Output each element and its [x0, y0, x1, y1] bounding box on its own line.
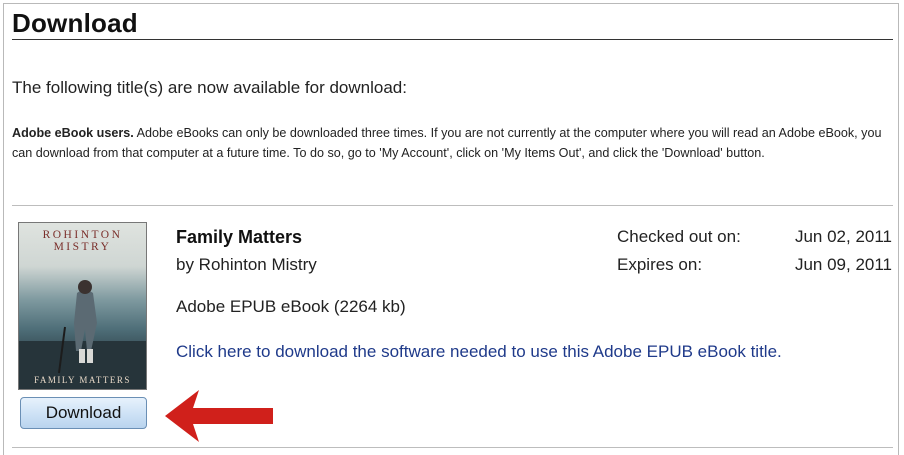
heading-divider	[12, 39, 893, 40]
book-author: by Rohinton Mistry	[176, 255, 317, 274]
intro-text: The following title(s) are now available…	[12, 78, 407, 97]
loan-dates: Checked out on: Jun 02, 2011 Expires on:…	[617, 227, 892, 283]
cover-title-text: FAMILY MATTERS	[34, 375, 131, 385]
book-format: Adobe EPUB eBook (2264 kb)	[176, 297, 406, 316]
section-divider	[12, 205, 893, 206]
checked-out-date: Jun 02, 2011	[794, 227, 892, 246]
notice-text: Adobe eBooks can only be downloaded thre…	[12, 126, 882, 160]
red-left-arrow-icon	[165, 390, 273, 442]
expires-row: Expires on: Jun 09, 2011	[617, 255, 892, 283]
expires-label: Expires on:	[617, 255, 703, 274]
book-cover-image[interactable]: ROHINTON MISTRY FAMILY MATTERS	[19, 223, 146, 389]
download-button[interactable]: Download	[20, 397, 147, 429]
book-title: Family Matters	[176, 227, 303, 247]
notice-bold: Adobe eBook users.	[12, 126, 134, 140]
bottom-divider	[12, 447, 893, 448]
adobe-notice: Adobe eBook users. Adobe eBooks can only…	[12, 123, 892, 163]
cover-author-text: ROHINTON MISTRY	[42, 229, 123, 253]
expires-date: Jun 09, 2011	[794, 255, 892, 274]
checked-out-row: Checked out on: Jun 02, 2011	[617, 227, 892, 255]
page-title: Download	[12, 8, 138, 38]
download-software-link[interactable]: Click here to download the software need…	[176, 339, 876, 365]
checked-out-label: Checked out on:	[617, 227, 741, 246]
